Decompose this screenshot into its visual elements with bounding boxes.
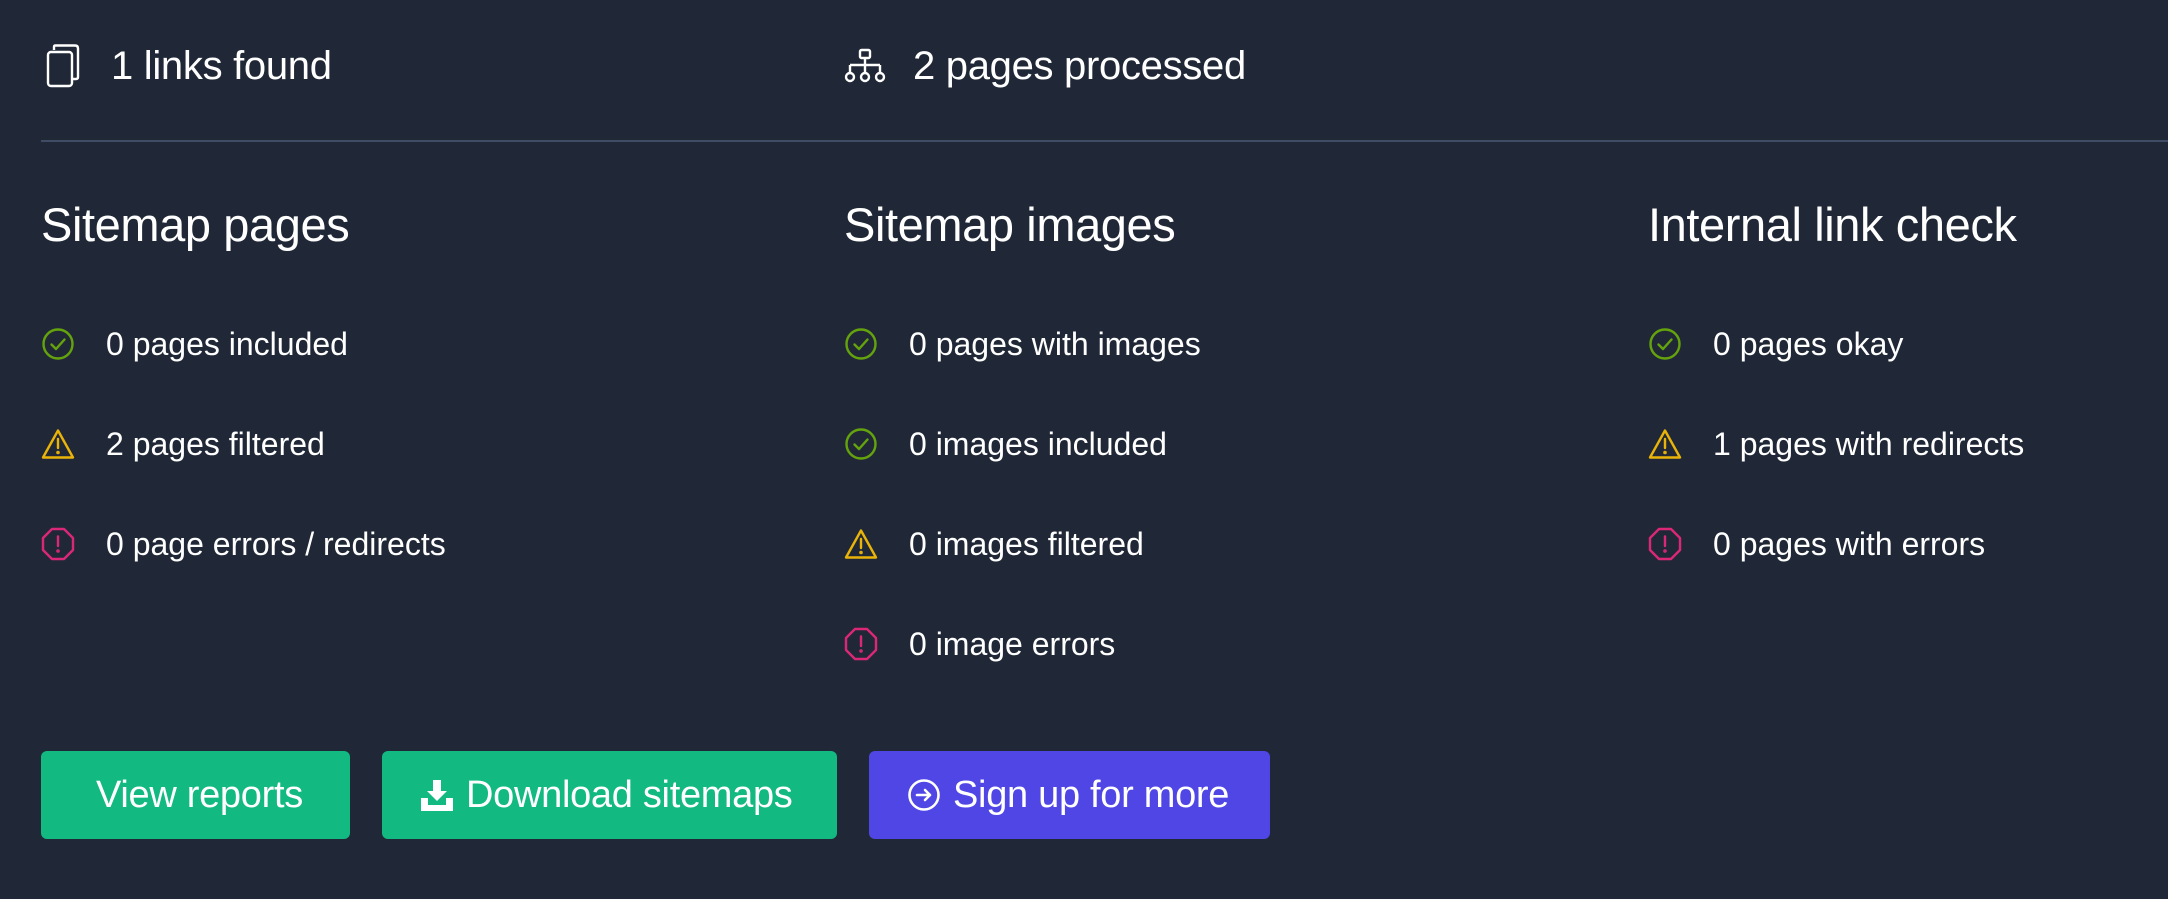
view-reports-label: View reports	[96, 773, 303, 816]
item-label: 0 images included	[909, 425, 1167, 462]
list-item: 0 pages with errors	[1648, 494, 2024, 594]
check-circle-icon	[1648, 327, 1682, 361]
view-reports-button[interactable]: View reports	[41, 751, 350, 839]
list-item: 0 images filtered	[844, 494, 1201, 594]
error-octagon-icon	[1648, 527, 1682, 561]
section-title: Sitemap images	[844, 198, 1176, 251]
list-item: 0 page errors / redirects	[41, 494, 446, 594]
copy-icon	[41, 44, 85, 88]
item-label: 0 pages with errors	[1713, 525, 1986, 562]
download-icon	[418, 776, 456, 814]
error-octagon-icon	[844, 627, 878, 661]
list-item: 0 pages with images	[844, 294, 1201, 394]
warning-triangle-icon	[41, 427, 75, 461]
item-label: 2 pages filtered	[106, 425, 325, 462]
download-sitemaps-label: Download sitemaps	[466, 773, 793, 816]
item-label: 0 images filtered	[909, 525, 1144, 562]
sign-up-label: Sign up for more	[953, 773, 1230, 816]
error-octagon-icon	[41, 527, 75, 561]
list-item: 0 pages included	[41, 294, 446, 394]
check-circle-icon	[844, 327, 878, 361]
item-label: 0 pages okay	[1713, 325, 1904, 362]
warning-triangle-icon	[1648, 427, 1682, 461]
sitemap-images-section: Sitemap images 0 pages with images 0 ima…	[844, 192, 1201, 662]
list-item: 1 pages with redirects	[1648, 394, 2024, 494]
list-item: 0 images included	[844, 394, 1201, 494]
item-label: 1 pages with redirects	[1713, 425, 2025, 462]
section-title: Internal link check	[1648, 198, 2017, 251]
pages-processed-text: 2 pages processed	[913, 43, 1246, 88]
links-found-stat: 1 links found	[41, 36, 332, 96]
pages-processed-stat: 2 pages processed	[843, 36, 1246, 96]
download-sitemaps-button[interactable]: Download sitemaps	[382, 751, 837, 839]
check-circle-icon	[41, 327, 75, 361]
sign-up-button[interactable]: Sign up for more	[869, 751, 1270, 839]
warning-triangle-icon	[844, 527, 878, 561]
links-found-text: 1 links found	[111, 43, 332, 88]
arrow-circle-right-icon	[905, 776, 943, 814]
list-item: 0 pages okay	[1648, 294, 2024, 394]
action-buttons: View reports Download sitemaps Sign up f…	[41, 751, 1302, 839]
item-label: 0 page errors / redirects	[106, 525, 446, 562]
sitemap-pages-section: Sitemap pages 0 pages included 2 pages f…	[41, 192, 446, 562]
divider	[41, 140, 2168, 142]
internal-link-check-section: Internal link check 0 pages okay 1 pages…	[1648, 192, 2024, 562]
list-item: 2 pages filtered	[41, 394, 446, 494]
stats-row: 1 links found 2 pages processed	[0, 0, 2168, 140]
sitemap-icon	[843, 44, 887, 88]
item-label: 0 pages included	[106, 325, 348, 362]
item-label: 0 image errors	[909, 625, 1116, 662]
section-title: Sitemap pages	[41, 198, 350, 251]
list-item: 0 image errors	[844, 594, 1201, 694]
check-circle-icon	[844, 427, 878, 461]
item-label: 0 pages with images	[909, 325, 1201, 362]
